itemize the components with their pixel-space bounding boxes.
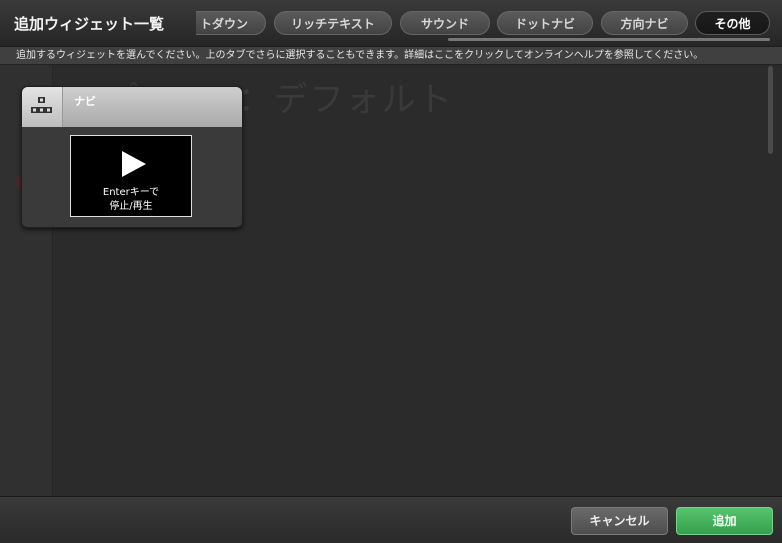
dialog-footer: キャンセル 追加 [0, 496, 782, 543]
widget-group-header: ナビ [22, 87, 242, 127]
background-sidebar [0, 0, 53, 542]
dialog-header: 追加ウィジェット一覧 トダウン リッチテキスト サウンド ドットナビ 方向ナビ … [0, 0, 782, 47]
tabs-scroll-indicator [448, 38, 770, 41]
play-icon [122, 151, 146, 177]
widget-group-label: ナビ [74, 95, 96, 108]
tab-rich-text[interactable]: リッチテキスト [274, 11, 392, 35]
cancel-button[interactable]: キャンセル [571, 507, 668, 535]
tab-direction-navi[interactable]: 方向ナビ [601, 11, 688, 35]
help-hint-link[interactable]: 追加するウィジェットを選んでください。上のタブでさらに選択することもできます。詳… [0, 47, 782, 65]
background-stage: プレ ン ：デフォルト [0, 0, 782, 542]
navigation-icon [22, 87, 63, 127]
widget-description-line2: 停止/再生 [109, 201, 153, 212]
widget-category-tabs: トダウン リッチテキスト サウンド ドットナビ 方向ナビ その他 [196, 11, 782, 37]
tab-other[interactable]: その他 [695, 11, 770, 35]
tab-dot-navi[interactable]: ドットナビ [497, 11, 593, 35]
enter-play-stop-widget[interactable]: Enterキーで 停止/再生 [70, 135, 192, 217]
widget-description-line1: Enterキーで [102, 187, 160, 198]
tab-countdown[interactable]: トダウン [196, 11, 266, 35]
scrollbar[interactable] [768, 66, 773, 154]
tab-sound[interactable]: サウンド [400, 11, 490, 35]
dialog-title: 追加ウィジェット一覧 [14, 15, 165, 33]
add-button[interactable]: 追加 [676, 507, 773, 535]
widget-group-card: ナビ Enterキーで 停止/再生 [21, 86, 243, 228]
